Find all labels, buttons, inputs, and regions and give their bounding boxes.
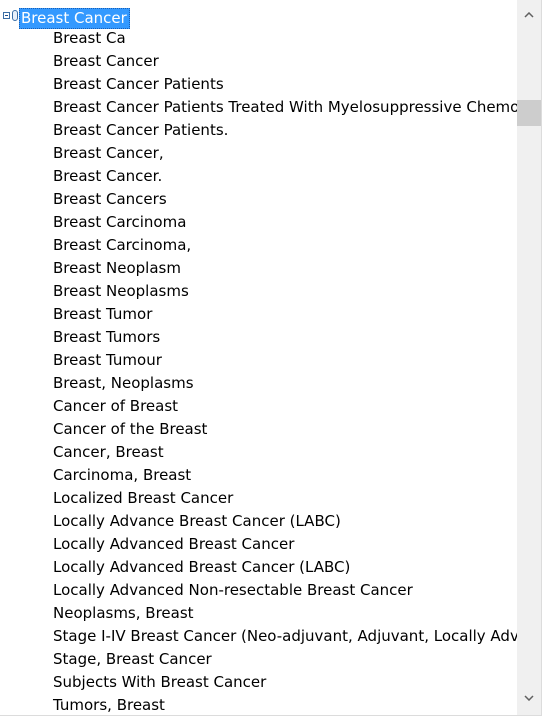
tree-item[interactable]: Breast, Neoplasms [0, 372, 517, 395]
tree-item[interactable]: Stage I-IV Breast Cancer (Neo-adjuvant, … [0, 625, 517, 648]
tree-item[interactable]: Locally Advanced Breast Cancer [0, 533, 517, 556]
scrollbar-thumb[interactable] [517, 100, 541, 126]
tree-item[interactable]: Breast Cancer. [0, 165, 517, 188]
tree-item[interactable]: Cancer of Breast [0, 395, 517, 418]
tree-root-label[interactable]: Breast Cancer [19, 8, 130, 29]
chevron-down-icon[interactable] [517, 686, 541, 710]
tree-item[interactable]: Breast Cancer [0, 50, 517, 73]
tree-item[interactable]: Breast Tumor [0, 303, 517, 326]
tree-item[interactable]: Breast Cancer Patients Treated With Myel… [0, 96, 517, 119]
tree-item[interactable]: Breast Cancers [0, 188, 517, 211]
tree-item[interactable]: Breast Neoplasms [0, 280, 517, 303]
tree-item[interactable]: Locally Advanced Breast Cancer (LABC) [0, 556, 517, 579]
tree-item[interactable]: Cancer, Breast [0, 441, 517, 464]
tree-item[interactable]: Breast Cancer Patients [0, 73, 517, 96]
tree-children: Breast Ca Breast Cancer Breast Cancer Pati… [0, 27, 517, 715]
tree-item[interactable]: Tumors, Breast [0, 694, 517, 715]
vertical-scrollbar[interactable] [517, 0, 541, 715]
concept-node-icon [12, 10, 18, 21]
tree-item[interactable]: Breast Cancer, [0, 142, 517, 165]
tree-item[interactable]: Neoplasms, Breast [0, 602, 517, 625]
tree-item[interactable]: Breast Cancer Patients. [0, 119, 517, 142]
tree-item[interactable]: Stage, Breast Cancer [0, 648, 517, 671]
tree-view[interactable]: Breast Cancer Breast Ca Breast Cancer Brea… [0, 0, 542, 716]
tree-item[interactable]: Breast Carcinoma [0, 211, 517, 234]
collapse-minus-icon[interactable] [3, 12, 10, 19]
tree-item[interactable]: Breast Carcinoma, [0, 234, 517, 257]
tree-item[interactable]: Breast Tumour [0, 349, 517, 372]
tree-item[interactable]: Localized Breast Cancer [0, 487, 517, 510]
tree-item[interactable]: Locally Advanced Non-resectable Breast C… [0, 579, 517, 602]
tree-item[interactable]: Locally Advance Breast Cancer (LABC) [0, 510, 517, 533]
tree-item[interactable]: Carcinoma, Breast [0, 464, 517, 487]
chevron-up-icon[interactable] [517, 3, 541, 27]
tree-item[interactable]: Subjects With Breast Cancer [0, 671, 517, 694]
tree-item[interactable]: Breast Tumors [0, 326, 517, 349]
tree-content: Breast Cancer Breast Ca Breast Cancer Brea… [0, 0, 517, 715]
tree-item[interactable]: Breast Neoplasm [0, 257, 517, 280]
tree-item[interactable]: Cancer of the Breast [0, 418, 517, 441]
tree-item[interactable]: Breast Ca [0, 27, 517, 50]
